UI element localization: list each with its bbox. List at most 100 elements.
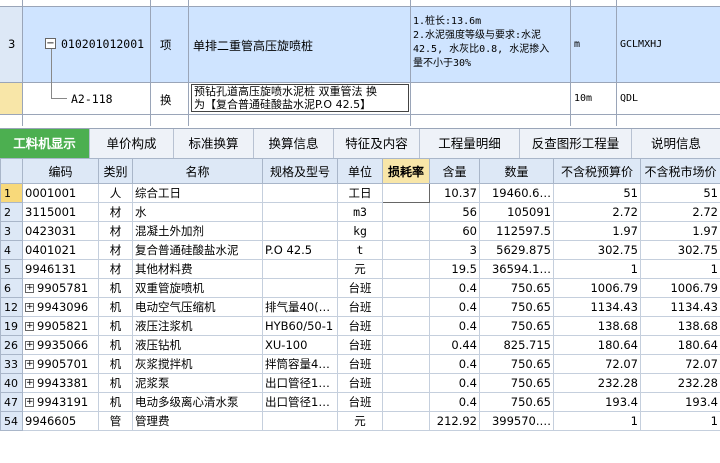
expand-icon[interactable]: +: [25, 303, 34, 312]
resource-loss-rate[interactable]: [382, 411, 430, 431]
resource-name[interactable]: 其他材料费: [132, 259, 263, 279]
resource-quantity[interactable]: 5629.875: [479, 240, 554, 260]
table-row[interactable]: 19 +9905821 机液压注浆机 HYB60/50-1 台班 0.4 750.65 138…: [0, 316, 720, 336]
resource-category[interactable]: 材: [98, 202, 133, 222]
resource-budget-price[interactable]: 1134.43: [553, 297, 641, 317]
resource-quantity[interactable]: 750.65: [479, 354, 554, 374]
collapse-icon[interactable]: −: [45, 38, 56, 49]
resource-name[interactable]: 复合普通硅酸盐水泥: [132, 240, 263, 260]
table-row[interactable]: 40 +9943381 机泥浆泵 出口管径1… 台班 0.4 750.65 232.28 232…: [0, 373, 720, 393]
resource-quantity[interactable]: 750.65: [479, 373, 554, 393]
resource-content[interactable]: 0.4: [429, 316, 480, 336]
resource-name[interactable]: 混凝土外加剂: [132, 221, 263, 241]
resource-budget-price[interactable]: 72.07: [553, 354, 641, 374]
resource-name[interactable]: 电动多级离心清水泵: [132, 392, 263, 412]
resource-market-price[interactable]: 1: [640, 411, 720, 431]
resource-budget-price[interactable]: 193.4: [553, 392, 641, 412]
expand-icon[interactable]: +: [25, 360, 34, 369]
col-header-content[interactable]: 含量: [429, 158, 480, 184]
resource-quantity[interactable]: 825.715: [479, 335, 554, 355]
resource-loss-rate[interactable]: [382, 392, 430, 412]
resource-content[interactable]: 19.5: [429, 259, 480, 279]
resource-unit[interactable]: 元: [337, 411, 383, 431]
resource-spec[interactable]: 排气量40(…: [262, 297, 338, 317]
resource-content[interactable]: 0.4: [429, 392, 480, 412]
resource-name[interactable]: 管理费: [132, 411, 263, 431]
resource-code[interactable]: 9946131: [22, 259, 99, 279]
table-row[interactable]: 5 9946131 材其他材料费元 19.5 36594.1… 1 1: [0, 259, 720, 279]
resource-category[interactable]: 管: [98, 411, 133, 431]
resource-spec[interactable]: [262, 411, 338, 431]
resource-content[interactable]: 3: [429, 240, 480, 260]
resource-budget-price[interactable]: 51: [553, 183, 641, 203]
table-row[interactable]: 2 3115001 材水 m3 56 105091 2.72 2.72: [0, 202, 720, 222]
resource-category[interactable]: 材: [98, 221, 133, 241]
resource-loss-rate[interactable]: [382, 354, 430, 374]
tab-conversion-info[interactable]: 换算信息: [254, 129, 334, 158]
col-header-unit[interactable]: 单位: [337, 158, 383, 184]
resource-budget-price[interactable]: 138.68: [553, 316, 641, 336]
resource-quantity[interactable]: 105091: [479, 202, 554, 222]
tab-description[interactable]: 说明信息: [632, 129, 720, 158]
resource-budget-price[interactable]: 1: [553, 411, 641, 431]
resource-unit[interactable]: 台班: [337, 335, 383, 355]
resource-market-price[interactable]: 193.4: [640, 392, 720, 412]
resource-loss-rate[interactable]: [382, 183, 430, 203]
resource-market-price[interactable]: 138.68: [640, 316, 720, 336]
item-features[interactable]: 1.桩长:13.6m 2.水泥强度等级与要求:水泥 42.5, 水灰比0.8, …: [413, 15, 549, 71]
resource-code[interactable]: +9905821: [22, 316, 99, 336]
resource-spec[interactable]: 出口管径1…: [262, 373, 338, 393]
resource-budget-price[interactable]: 1.97: [553, 221, 641, 241]
resource-category[interactable]: 机: [98, 354, 133, 374]
table-row[interactable]: 6 +9905781 机双重管旋喷机 台班 0.4 750.65 1006.79 1006.7…: [0, 278, 720, 298]
resource-spec[interactable]: P.O 42.5: [262, 240, 338, 260]
tab-unit-price[interactable]: 单价构成: [90, 129, 174, 158]
resource-content[interactable]: 10.37: [429, 183, 480, 203]
resource-content[interactable]: 0.44: [429, 335, 480, 355]
resource-spec[interactable]: XU-100: [262, 335, 338, 355]
resource-code[interactable]: 3115001: [22, 202, 99, 222]
resource-loss-rate[interactable]: [382, 221, 430, 241]
resource-spec[interactable]: [262, 278, 338, 298]
resource-loss-rate[interactable]: [382, 259, 430, 279]
resource-content[interactable]: 212.92: [429, 411, 480, 431]
resource-name[interactable]: 泥浆泵: [132, 373, 263, 393]
resource-category[interactable]: 机: [98, 373, 133, 393]
resource-market-price[interactable]: 1134.43: [640, 297, 720, 317]
resource-code[interactable]: 0423031: [22, 221, 99, 241]
resource-budget-price[interactable]: 302.75: [553, 240, 641, 260]
resource-spec[interactable]: [262, 221, 338, 241]
tab-quantity-detail[interactable]: 工程量明细: [420, 129, 520, 158]
resource-spec[interactable]: 拌筒容量4…: [262, 354, 338, 374]
resource-unit[interactable]: kg: [337, 221, 383, 241]
resource-quantity[interactable]: 750.65: [479, 278, 554, 298]
col-header-name[interactable]: 名称: [132, 158, 263, 184]
col-header-code[interactable]: 编码: [22, 158, 99, 184]
resource-market-price[interactable]: 72.07: [640, 354, 720, 374]
resource-category[interactable]: 机: [98, 392, 133, 412]
item-name[interactable]: 单排二重管高压旋喷桩: [193, 37, 313, 54]
resource-category[interactable]: 材: [98, 240, 133, 260]
resource-quantity[interactable]: 399570.…: [479, 411, 554, 431]
resource-market-price[interactable]: 2.72: [640, 202, 720, 222]
resource-market-price[interactable]: 232.28: [640, 373, 720, 393]
resource-spec[interactable]: 出口管径1…: [262, 392, 338, 412]
resource-unit[interactable]: 工日: [337, 183, 383, 203]
resource-spec[interactable]: [262, 259, 338, 279]
resource-name[interactable]: 综合工日: [132, 183, 263, 203]
resource-unit[interactable]: 台班: [337, 373, 383, 393]
resource-market-price[interactable]: 180.64: [640, 335, 720, 355]
resource-unit[interactable]: 台班: [337, 392, 383, 412]
tab-features[interactable]: 特征及内容: [334, 129, 420, 158]
resource-loss-rate[interactable]: [382, 202, 430, 222]
resource-budget-price[interactable]: 1: [553, 259, 641, 279]
resource-name[interactable]: 灰浆搅拌机: [132, 354, 263, 374]
resource-unit[interactable]: 台班: [337, 316, 383, 336]
resource-content[interactable]: 0.4: [429, 373, 480, 393]
resource-unit[interactable]: 元: [337, 259, 383, 279]
resource-category[interactable]: 机: [98, 297, 133, 317]
resource-unit[interactable]: m3: [337, 202, 383, 222]
resource-category[interactable]: 机: [98, 316, 133, 336]
resource-code[interactable]: 9946605: [22, 411, 99, 431]
resource-quantity[interactable]: 19460.6…: [479, 183, 554, 203]
